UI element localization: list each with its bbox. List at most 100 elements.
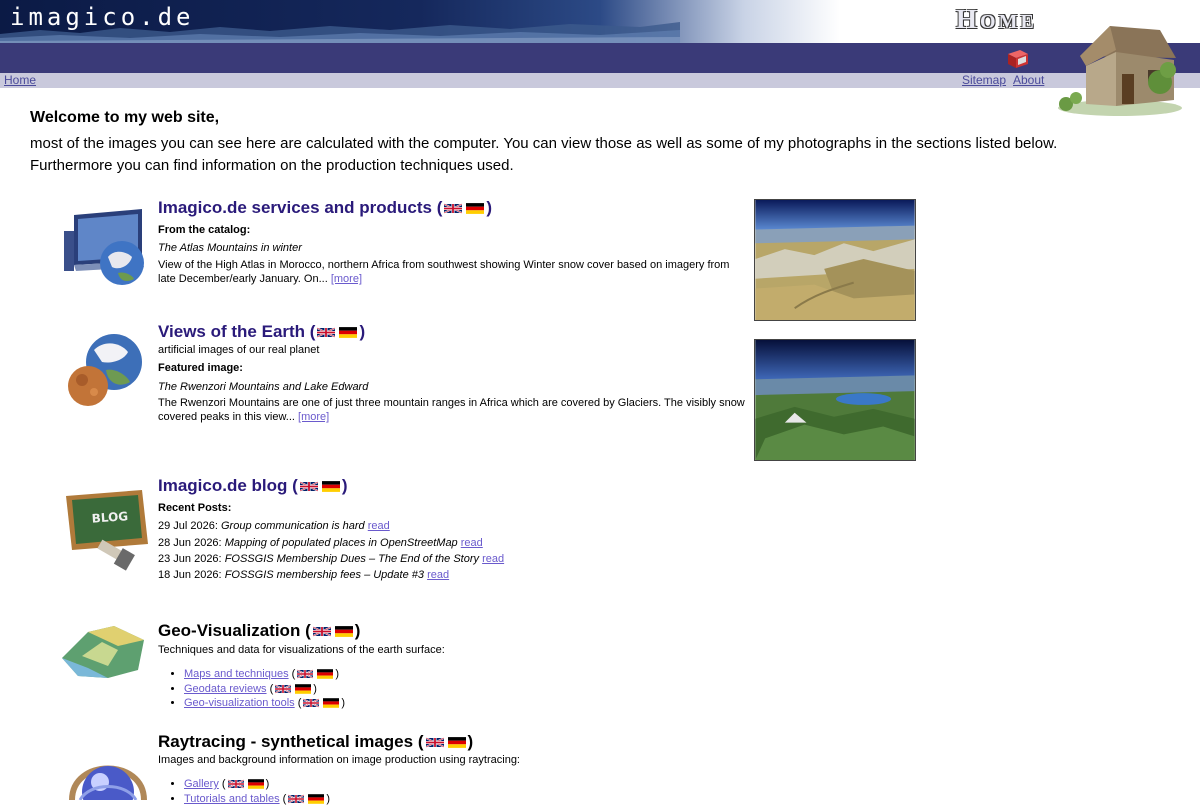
post-read-link[interactable]: read bbox=[482, 553, 504, 565]
section-title-services: Imagico.de services and products () bbox=[158, 198, 492, 218]
uk-flag-icon[interactable] bbox=[275, 684, 291, 694]
paren-close: ) bbox=[266, 778, 270, 790]
language-flags bbox=[288, 794, 324, 804]
paren-open: ( bbox=[305, 621, 311, 640]
catalog-item-description: View of the High Atlas in Morocco, north… bbox=[158, 258, 743, 286]
nav-home-link[interactable]: Home bbox=[4, 73, 36, 87]
de-flag-icon[interactable] bbox=[335, 626, 353, 637]
uk-flag-icon[interactable] bbox=[228, 779, 244, 789]
geovis-link[interactable]: Maps and techniques bbox=[184, 668, 289, 680]
post-date: 28 Jun 2026: bbox=[158, 537, 222, 549]
terrain-map-icon bbox=[58, 622, 148, 682]
page-title-initial: H bbox=[956, 4, 980, 34]
language-flags bbox=[275, 684, 311, 694]
blog-post: 28 Jun 2026: Mapping of populated places… bbox=[158, 536, 483, 550]
paren-open: ( bbox=[437, 198, 443, 217]
language-flags bbox=[444, 203, 484, 214]
blog-link[interactable]: Imagico.de blog bbox=[158, 476, 287, 495]
raytracing-link[interactable]: Gallery bbox=[184, 778, 219, 790]
geovis-title: Geo-Visualization bbox=[158, 621, 300, 640]
uk-flag-icon[interactable] bbox=[444, 203, 462, 214]
section-title-earth: Views of the Earth () bbox=[158, 322, 365, 342]
earth-planet-icon bbox=[62, 330, 146, 410]
raytracing-subtitle: Images and background information on ima… bbox=[158, 753, 520, 767]
paren-close: ) bbox=[326, 793, 330, 805]
list-item: Geodata reviews () bbox=[184, 682, 345, 697]
uk-flag-icon[interactable] bbox=[313, 626, 331, 637]
featured-label: Featured image: bbox=[158, 361, 243, 375]
nav-sitemap-link[interactable]: Sitemap bbox=[962, 73, 1006, 87]
box-icon[interactable] bbox=[1004, 46, 1030, 70]
page-title: HOME bbox=[956, 4, 1037, 35]
catalog-label: From the catalog: bbox=[158, 223, 250, 237]
paren-close: ) bbox=[355, 621, 361, 640]
uk-flag-icon[interactable] bbox=[297, 669, 313, 679]
de-flag-icon[interactable] bbox=[248, 779, 264, 789]
geovis-link[interactable]: Geodata reviews bbox=[184, 683, 267, 695]
blog-post: 18 Jun 2026: FOSSGIS membership fees – U… bbox=[158, 568, 449, 582]
language-flags bbox=[317, 327, 357, 338]
site-name[interactable]: imagico.de bbox=[10, 3, 195, 31]
post-date: 29 Jul 2026: bbox=[158, 520, 218, 532]
language-flags bbox=[426, 737, 466, 748]
nav-about: About bbox=[1013, 73, 1044, 87]
post-read-link[interactable]: read bbox=[461, 537, 483, 549]
uk-flag-icon[interactable] bbox=[303, 698, 319, 708]
paren-close: ) bbox=[335, 668, 339, 680]
earth-link[interactable]: Views of the Earth bbox=[158, 322, 305, 341]
geovis-link[interactable]: Geo-visualization tools bbox=[184, 697, 295, 709]
house-icon[interactable] bbox=[1050, 18, 1190, 118]
header-banner: imagico.de HOME bbox=[0, 0, 1200, 43]
uk-flag-icon[interactable] bbox=[317, 327, 335, 338]
post-title: FOSSGIS membership fees – Update #3 bbox=[225, 569, 424, 581]
blog-post: 23 Jun 2026: FOSSGIS Membership Dues – T… bbox=[158, 552, 504, 566]
paren-open: ( bbox=[270, 683, 274, 695]
paren-close: ) bbox=[359, 322, 365, 341]
uk-flag-icon[interactable] bbox=[288, 794, 304, 804]
recent-posts-label: Recent Posts: bbox=[158, 501, 231, 515]
blog-post: 29 Jul 2026: Group communication is hard… bbox=[158, 519, 390, 533]
page-title-rest: OME bbox=[980, 11, 1037, 33]
de-flag-icon[interactable] bbox=[317, 669, 333, 679]
de-flag-icon[interactable] bbox=[448, 737, 466, 748]
featured-item-text: The Rwenzori Mountains are one of just t… bbox=[158, 397, 745, 423]
svg-text:BLOG: BLOG bbox=[91, 509, 128, 526]
paren-close: ) bbox=[468, 732, 474, 751]
services-more-link[interactable]: [more] bbox=[331, 273, 362, 285]
welcome-heading: Welcome to my web site, bbox=[30, 109, 219, 127]
rwenzori-thumbnail[interactable] bbox=[754, 339, 916, 461]
raytracing-link[interactable]: Tutorials and tables bbox=[184, 793, 280, 805]
blog-chalkboard-icon: BLOG bbox=[62, 486, 152, 574]
raytracing-link-list: Gallery () Tutorials and tables () bbox=[158, 777, 330, 806]
uk-flag-icon[interactable] bbox=[426, 737, 444, 748]
de-flag-icon[interactable] bbox=[308, 794, 324, 804]
de-flag-icon[interactable] bbox=[323, 698, 339, 708]
services-link[interactable]: Imagico.de services and products bbox=[158, 198, 432, 217]
featured-item-title: The Rwenzori Mountains and Lake Edward bbox=[158, 380, 368, 394]
list-item: Geo-visualization tools () bbox=[184, 696, 345, 711]
de-flag-icon[interactable] bbox=[466, 203, 484, 214]
breadcrumb: Home bbox=[4, 73, 36, 87]
post-date: 18 Jun 2026: bbox=[158, 569, 222, 581]
post-read-link[interactable]: read bbox=[427, 569, 449, 581]
featured-item-description: The Rwenzori Mountains are one of just t… bbox=[158, 396, 750, 424]
paren-open: ( bbox=[292, 476, 298, 495]
uk-flag-icon[interactable] bbox=[300, 481, 318, 492]
language-flags bbox=[297, 669, 333, 679]
de-flag-icon[interactable] bbox=[322, 481, 340, 492]
post-read-link[interactable]: read bbox=[368, 520, 390, 532]
list-item: Maps and techniques () bbox=[184, 667, 345, 682]
de-flag-icon[interactable] bbox=[339, 327, 357, 338]
list-item: Gallery () bbox=[184, 777, 330, 792]
section-title-raytracing: Raytracing - synthetical images () bbox=[158, 732, 473, 752]
language-flags bbox=[313, 626, 353, 637]
atlas-mountains-thumbnail[interactable] bbox=[754, 199, 916, 321]
earth-more-link[interactable]: [more] bbox=[298, 411, 329, 423]
de-flag-icon[interactable] bbox=[295, 684, 311, 694]
language-flags bbox=[303, 698, 339, 708]
paren-close: ) bbox=[341, 697, 345, 709]
section-title-geovis: Geo-Visualization () bbox=[158, 621, 360, 641]
nav-sitemap: Sitemap bbox=[962, 73, 1006, 87]
paren-close: ) bbox=[313, 683, 317, 695]
nav-about-link[interactable]: About bbox=[1013, 73, 1044, 87]
